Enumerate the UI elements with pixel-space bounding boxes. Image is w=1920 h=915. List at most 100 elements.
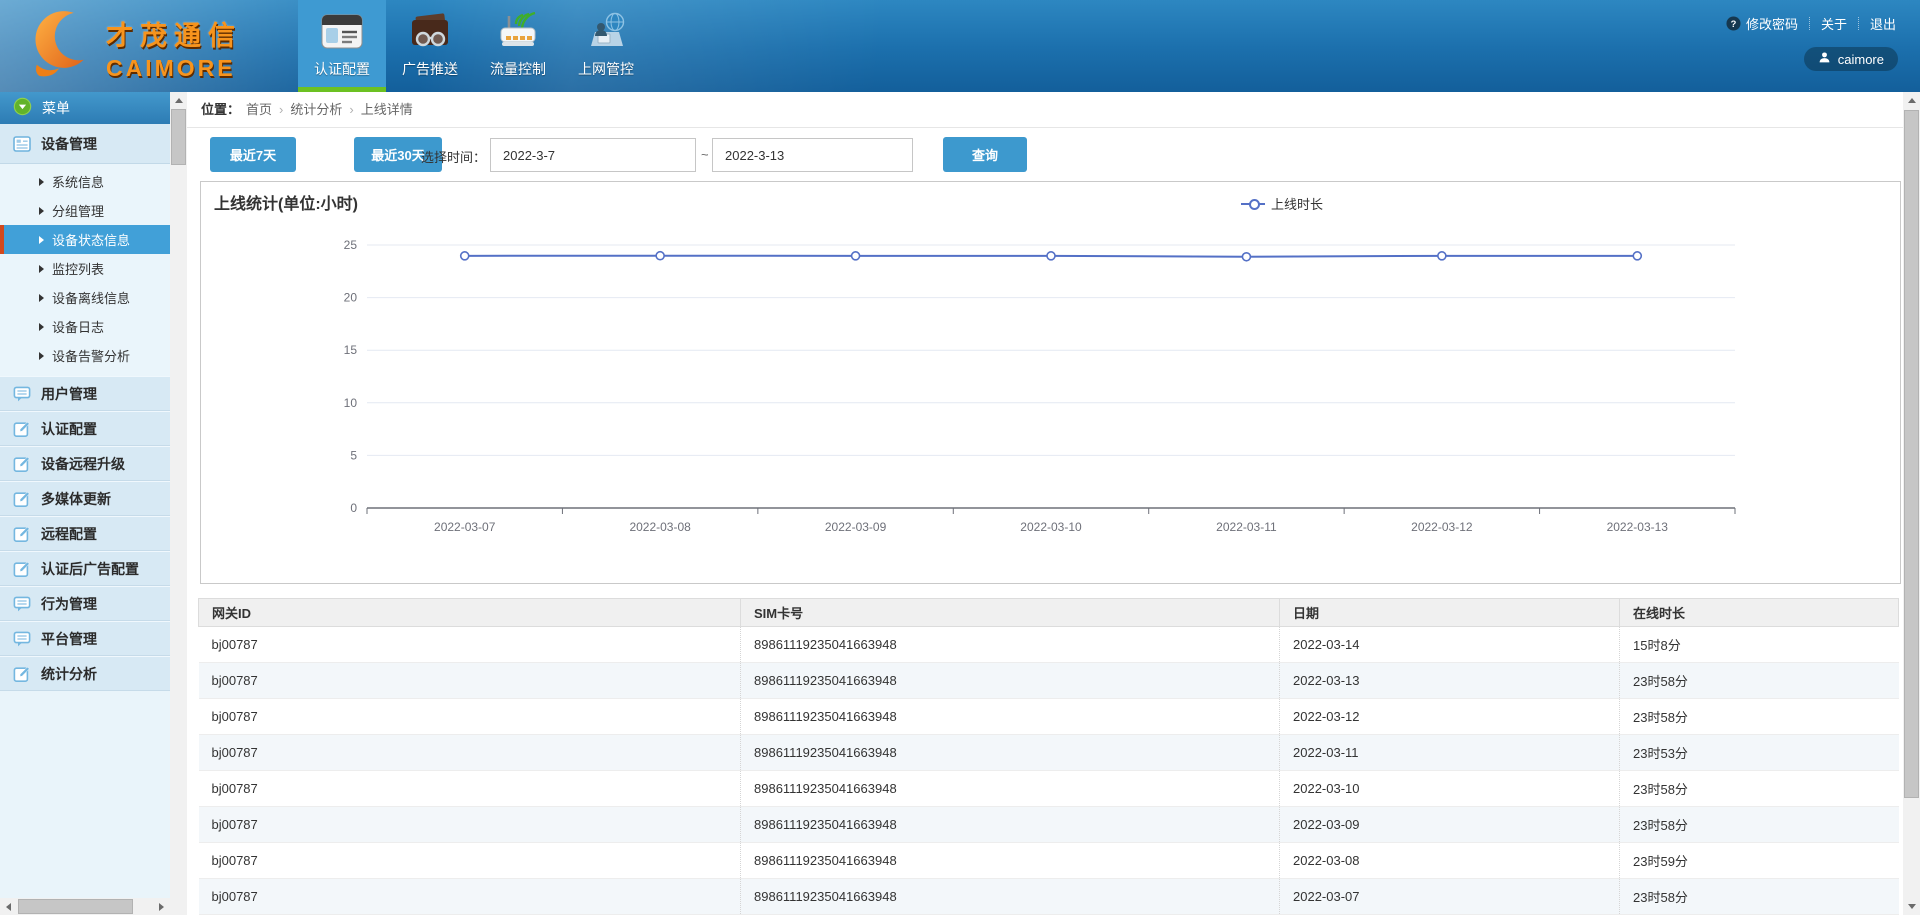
content-scrollbar-thumb[interactable] (171, 109, 186, 165)
table-column-header: 网关ID (199, 599, 741, 627)
sidebar-sub-item-label: 设备告警分析 (52, 346, 130, 365)
sidebar-item-label: 用户管理 (41, 384, 97, 404)
header-link[interactable]: 退出 (1870, 14, 1896, 33)
sidebar-item[interactable]: 统计分析 (0, 656, 170, 691)
sidebar-sub-item-label: 设备离线信息 (52, 288, 130, 307)
table-cell: bj00787 (199, 771, 741, 807)
table-cell: 2022-03-09 (1280, 807, 1620, 843)
header-link-label: 关于 (1821, 14, 1847, 33)
help-icon: ? (1726, 16, 1741, 31)
nav-tab[interactable]: 认证配置 (298, 0, 386, 92)
nav-tab[interactable]: 流量控制 (474, 0, 562, 92)
page: 才茂通信 CAIMORE 认证配置广告推送流量控制上网管控 ?修改密码关于退出 … (0, 0, 1920, 915)
table-cell: 23时58分 (1620, 699, 1899, 735)
sidebar-sub-item[interactable]: 分组管理 (0, 196, 170, 225)
sidebar-item[interactable]: 平台管理 (0, 621, 170, 656)
edit-icon (13, 490, 31, 508)
nav-tab[interactable]: 广告推送 (386, 0, 474, 92)
table-row: bj00787898611192350416639482022-03-1223时… (199, 699, 1899, 735)
range-separator: ~ (701, 147, 709, 162)
table-cell: 89861119235041663948 (741, 663, 1280, 699)
nav-tabs: 认证配置 广告推送 流量控制上网管控 (298, 0, 650, 92)
sidebar-horizontal-scrollbar[interactable] (0, 898, 170, 915)
sidebar-sub-item[interactable]: 设备离线信息 (0, 283, 170, 312)
breadcrumb-item[interactable]: 首页 (246, 102, 272, 117)
tab-label: 认证配置 (314, 59, 370, 79)
chat-icon (13, 595, 31, 613)
breadcrumb-item[interactable]: 上线详情 (361, 102, 413, 117)
query-button[interactable]: 查询 (943, 137, 1027, 172)
header-links: ? 修改密码 关于 退出 (1726, 14, 1896, 33)
breadcrumb: 位置：首页›统计分析›上线详情 (187, 92, 1903, 128)
sidebar-item-label: 认证配置 (41, 419, 97, 439)
sidebar-scrollbar-thumb[interactable] (18, 899, 133, 914)
sidebar-sub-item[interactable]: 设备告警分析 (0, 341, 170, 370)
svg-text:20: 20 (344, 291, 358, 305)
table-cell: bj00787 (199, 663, 741, 699)
table-cell: 89861119235041663948 (741, 699, 1280, 735)
scroll-up-arrow[interactable] (1903, 92, 1920, 109)
breadcrumb-separator: › (349, 102, 353, 117)
scroll-up-arrow[interactable] (170, 92, 187, 109)
sidebar-item[interactable]: 认证配置 (0, 411, 170, 446)
svg-text:15: 15 (344, 343, 358, 357)
divider (1809, 17, 1810, 30)
chart-panel: 05101520252022-03-072022-03-082022-03-09… (200, 181, 1901, 584)
user-icon (1818, 51, 1831, 67)
svg-text:0: 0 (350, 501, 357, 515)
sidebar-sub-item-label: 系统信息 (52, 172, 104, 191)
page-vertical-scrollbar[interactable] (1903, 92, 1920, 915)
sidebar-sub-item-label: 设备日志 (52, 317, 104, 336)
header-link-label: 修改密码 (1746, 14, 1798, 33)
user-pill[interactable]: caimore (1804, 47, 1898, 71)
sidebar-sub-item[interactable]: 监控列表 (0, 254, 170, 283)
content-vertical-scrollbar[interactable] (170, 92, 187, 915)
scroll-right-arrow[interactable] (153, 898, 170, 915)
caret-right-icon (39, 207, 44, 215)
sidebar-sub-item-label: 分组管理 (52, 201, 104, 220)
sidebar-sub-item[interactable]: 设备状态信息 (0, 225, 170, 254)
tab-label: 流量控制 (490, 59, 546, 79)
date-to-input[interactable] (712, 138, 913, 172)
date-from-input[interactable] (490, 138, 696, 172)
table-column-header: SIM卡号 (741, 599, 1280, 627)
scroll-down-arrow[interactable] (1903, 898, 1920, 915)
tab-label: 广告推送 (402, 59, 458, 79)
svg-text:2022-03-11: 2022-03-11 (1216, 520, 1277, 534)
nav-tab[interactable]: 上网管控 (562, 0, 650, 92)
sidebar-item-label: 设备远程升级 (41, 454, 125, 474)
brand-name-cn: 才茂通信 (106, 14, 242, 53)
table-cell: 89861119235041663948 (741, 843, 1280, 879)
svg-text:2022-03-12: 2022-03-12 (1411, 520, 1473, 534)
sidebar-sub-item[interactable]: 设备日志 (0, 312, 170, 341)
header-link[interactable]: ? 修改密码 (1726, 14, 1798, 33)
filter-toolbar: 最近7天 最近30天 选择时间： ~ 查询 (187, 128, 1903, 181)
sidebar-item[interactable]: 用户管理 (0, 376, 170, 411)
net-control-icon (583, 8, 629, 56)
sidebar-sub-item[interactable]: 系统信息 (0, 167, 170, 196)
sidebar-item[interactable]: 远程配置 (0, 516, 170, 551)
top-header: 才茂通信 CAIMORE 认证配置广告推送流量控制上网管控 ?修改密码关于退出 … (0, 0, 1920, 92)
brand-text: 才茂通信 CAIMORE (106, 14, 242, 82)
svg-text:25: 25 (344, 238, 358, 252)
page-scrollbar-thumb[interactable] (1904, 110, 1919, 798)
header-link[interactable]: 关于 (1821, 14, 1847, 33)
sidebar-item[interactable]: 行为管理 (0, 586, 170, 621)
sidebar-item[interactable]: 认证后广告配置 (0, 551, 170, 586)
sidebar-item[interactable]: 设备管理 (0, 124, 170, 164)
scroll-left-arrow[interactable] (0, 898, 17, 915)
date-range-label: 选择时间： (421, 147, 486, 166)
sidebar-item[interactable]: 多媒体更新 (0, 481, 170, 516)
table-cell: bj00787 (199, 879, 741, 915)
breadcrumb-item[interactable]: 统计分析 (290, 102, 342, 117)
table-cell: 89861119235041663948 (741, 807, 1280, 843)
sidebar-item-label: 平台管理 (41, 629, 97, 649)
last-7-days-button[interactable]: 最近7天 (210, 137, 296, 172)
sidebar: 菜单 设备管理系统信息分组管理设备状态信息监控列表设备离线信息设备日志设备告警分… (0, 92, 170, 915)
sidebar-item[interactable]: 设备远程升级 (0, 446, 170, 481)
sidebar-menu-header[interactable]: 菜单 (0, 92, 170, 124)
chart-legend[interactable]: 上线时长 (1241, 194, 1323, 213)
table-column-header: 在线时长 (1620, 599, 1899, 627)
table-row: bj00787898611192350416639482022-03-1023时… (199, 771, 1899, 807)
auth-card-icon (319, 8, 365, 56)
